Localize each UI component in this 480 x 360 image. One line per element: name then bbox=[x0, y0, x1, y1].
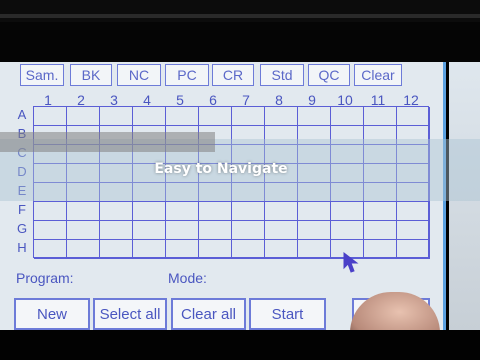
tab-clear[interactable]: Clear bbox=[354, 64, 402, 86]
well-cell[interactable] bbox=[397, 202, 430, 221]
well-cell[interactable] bbox=[34, 202, 67, 221]
well-cell[interactable] bbox=[331, 107, 364, 126]
well-cell[interactable] bbox=[133, 240, 166, 259]
well-cell[interactable] bbox=[67, 107, 100, 126]
well-cell[interactable] bbox=[232, 202, 265, 221]
row-label: F bbox=[18, 202, 26, 217]
tab-std[interactable]: Std bbox=[260, 64, 304, 86]
well-cell[interactable] bbox=[397, 107, 430, 126]
well-cell[interactable] bbox=[34, 240, 67, 259]
tab-qc[interactable]: QC bbox=[308, 64, 350, 86]
well-cell[interactable] bbox=[166, 221, 199, 240]
well-cell[interactable] bbox=[199, 240, 232, 259]
well-cell[interactable] bbox=[364, 221, 397, 240]
caption-text: Easy to Navigate bbox=[154, 161, 288, 177]
new-button[interactable]: New bbox=[14, 298, 90, 330]
tab-cr[interactable]: CR bbox=[212, 64, 254, 86]
well-cell[interactable] bbox=[364, 240, 397, 259]
tab-pc[interactable]: PC bbox=[165, 64, 209, 86]
well-cell[interactable] bbox=[265, 221, 298, 240]
bottom-bar bbox=[0, 330, 480, 360]
well-cell[interactable] bbox=[67, 202, 100, 221]
well-cell[interactable] bbox=[199, 202, 232, 221]
row-label: G bbox=[16, 221, 28, 236]
well-cell[interactable] bbox=[298, 107, 331, 126]
tab-bk[interactable]: BK bbox=[70, 64, 112, 86]
well-cell[interactable] bbox=[133, 221, 166, 240]
well-cell[interactable] bbox=[232, 221, 265, 240]
clear-all-button[interactable]: Clear all bbox=[171, 298, 246, 330]
mode-label: Mode: bbox=[168, 270, 207, 286]
well-cell[interactable] bbox=[265, 107, 298, 126]
select-all-button[interactable]: Select all bbox=[93, 298, 167, 330]
well-cell[interactable] bbox=[133, 107, 166, 126]
well-cell[interactable] bbox=[100, 221, 133, 240]
pointer-cursor-icon bbox=[343, 252, 359, 273]
well-cell[interactable] bbox=[232, 240, 265, 259]
well-cell[interactable] bbox=[232, 107, 265, 126]
well-cell[interactable] bbox=[298, 240, 331, 259]
well-cell[interactable] bbox=[331, 202, 364, 221]
caption-stripe bbox=[0, 132, 215, 152]
program-label: Program: bbox=[16, 270, 74, 286]
well-cell[interactable] bbox=[199, 107, 232, 126]
well-cell[interactable] bbox=[34, 221, 67, 240]
well-cell[interactable] bbox=[397, 221, 430, 240]
row-label: A bbox=[17, 107, 27, 122]
well-cell[interactable] bbox=[166, 202, 199, 221]
well-cell[interactable] bbox=[298, 221, 331, 240]
top-bar-strip bbox=[0, 14, 480, 18]
well-cell[interactable] bbox=[100, 202, 133, 221]
well-cell[interactable] bbox=[265, 202, 298, 221]
well-cell[interactable] bbox=[34, 107, 67, 126]
well-cell[interactable] bbox=[100, 240, 133, 259]
well-cell[interactable] bbox=[67, 240, 100, 259]
well-cell[interactable] bbox=[331, 221, 364, 240]
well-cell[interactable] bbox=[199, 221, 232, 240]
well-cell[interactable] bbox=[364, 202, 397, 221]
well-cell[interactable] bbox=[298, 202, 331, 221]
well-cell[interactable] bbox=[133, 202, 166, 221]
well-cell[interactable] bbox=[364, 107, 397, 126]
well-cell[interactable] bbox=[265, 240, 298, 259]
well-cell[interactable] bbox=[397, 240, 430, 259]
row-label: H bbox=[17, 240, 27, 255]
well-cell[interactable] bbox=[100, 107, 133, 126]
bezel-band bbox=[0, 22, 480, 62]
well-cell[interactable] bbox=[166, 240, 199, 259]
well-cell[interactable] bbox=[166, 107, 199, 126]
tab-nc[interactable]: NC bbox=[117, 64, 161, 86]
tab-sample[interactable]: Sam. bbox=[20, 64, 64, 86]
top-bar bbox=[0, 0, 480, 22]
well-cell[interactable] bbox=[67, 221, 100, 240]
start-button[interactable]: Start bbox=[249, 298, 326, 330]
sample-type-tabs: Sam. BK NC PC CR Std QC Clear bbox=[16, 64, 406, 86]
